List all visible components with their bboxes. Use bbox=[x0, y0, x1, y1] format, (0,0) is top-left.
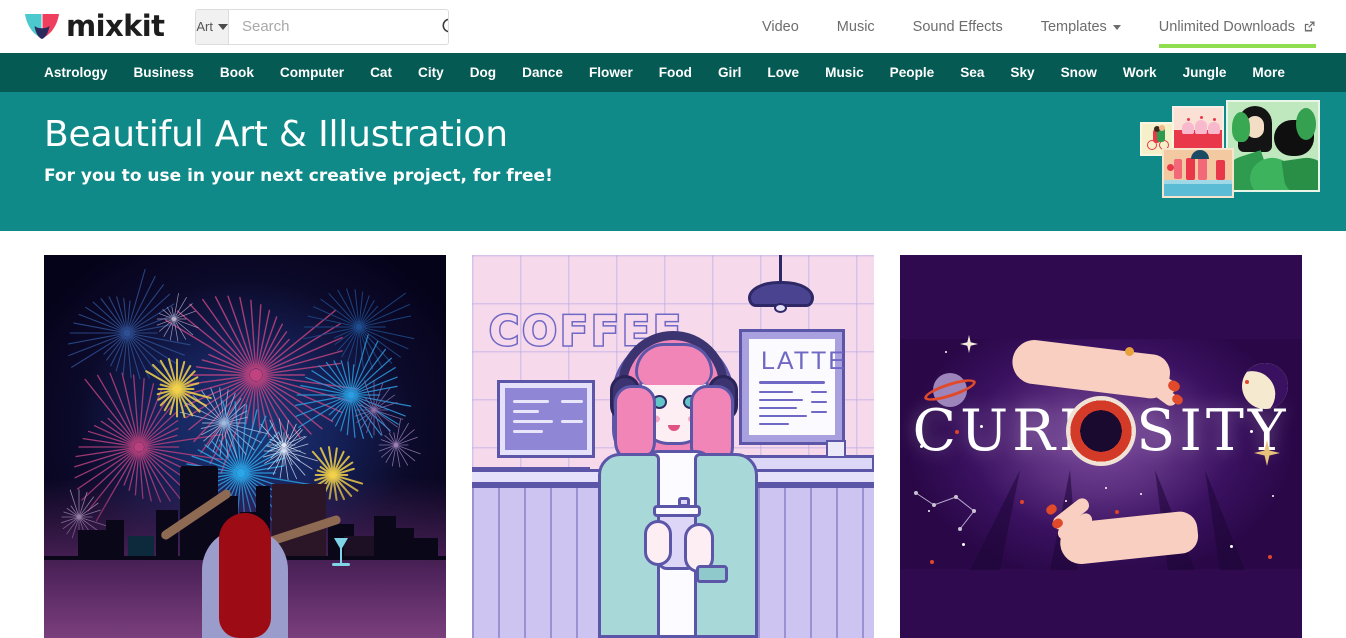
card-artwork: CURIOSITY bbox=[900, 255, 1302, 638]
site-logo[interactable]: mixkit bbox=[24, 9, 165, 44]
category-work[interactable]: Work bbox=[1123, 65, 1157, 80]
site-header: mixkit Art Video Music Sound Effects Tem… bbox=[0, 0, 1346, 53]
category-book[interactable]: Book bbox=[220, 65, 254, 80]
nav-item-video[interactable]: Video bbox=[762, 0, 799, 53]
woman-silhouette bbox=[44, 487, 446, 638]
sparkle-icon bbox=[1254, 440, 1280, 466]
nav-item-music[interactable]: Music bbox=[837, 0, 875, 53]
constellation bbox=[914, 491, 976, 531]
logo-wordmark: mixkit bbox=[66, 9, 165, 43]
search-input[interactable] bbox=[228, 18, 441, 35]
card-curiosity[interactable]: CURIOSITY bbox=[900, 255, 1302, 638]
category-people[interactable]: People bbox=[890, 65, 935, 80]
search-icon bbox=[442, 18, 449, 32]
category-sky[interactable]: Sky bbox=[1010, 65, 1034, 80]
category-girl[interactable]: Girl bbox=[718, 65, 741, 80]
hero-collage bbox=[1140, 100, 1320, 204]
primary-nav: Video Music Sound Effects Templates Unli… bbox=[724, 0, 1346, 53]
category-dog[interactable]: Dog bbox=[470, 65, 496, 80]
chevron-down-icon bbox=[217, 23, 228, 30]
sparkle-icon bbox=[960, 335, 978, 353]
card-artwork bbox=[44, 255, 446, 638]
nav-label: Sound Effects bbox=[912, 18, 1003, 35]
category-nav: Astrology Business Book Computer Cat Cit… bbox=[0, 53, 1346, 92]
nav-label: Templates bbox=[1040, 18, 1107, 35]
lamp-cord bbox=[779, 255, 782, 283]
latte-sign: LATTE bbox=[761, 347, 847, 375]
thumb-woman-in-leaves bbox=[1226, 100, 1320, 192]
category-city[interactable]: City bbox=[418, 65, 444, 80]
search-category-label: Art bbox=[196, 19, 213, 34]
nav-item-unlimited-downloads[interactable]: Unlimited Downloads bbox=[1158, 0, 1317, 53]
card-artwork: COFFEE LATTE bbox=[472, 255, 874, 638]
category-computer[interactable]: Computer bbox=[280, 65, 344, 80]
category-food[interactable]: Food bbox=[659, 65, 692, 80]
category-flower[interactable]: Flower bbox=[589, 65, 633, 80]
category-music[interactable]: Music bbox=[825, 65, 864, 80]
category-jungle[interactable]: Jungle bbox=[1183, 65, 1227, 80]
category-business[interactable]: Business bbox=[133, 65, 193, 80]
category-more[interactable]: More bbox=[1252, 65, 1284, 80]
illustration-grid: COFFEE LATTE bbox=[0, 231, 1346, 638]
butterfly-logo-icon bbox=[24, 13, 60, 40]
search-bar[interactable]: Art bbox=[195, 8, 450, 45]
nav-label: Unlimited Downloads bbox=[1158, 18, 1295, 35]
hero-banner: Beautiful Art & Illustration For you to … bbox=[0, 92, 1346, 231]
latte-menu-frame: LATTE bbox=[739, 329, 845, 445]
nav-item-sound-effects[interactable]: Sound Effects bbox=[913, 0, 1003, 53]
category-dance[interactable]: Dance bbox=[522, 65, 563, 80]
card-coffee-shop-girl[interactable]: COFFEE LATTE bbox=[472, 255, 874, 638]
category-sea[interactable]: Sea bbox=[960, 65, 984, 80]
nav-label: Video bbox=[761, 18, 799, 35]
category-love[interactable]: Love bbox=[767, 65, 799, 80]
thumb-beach-towels bbox=[1162, 148, 1234, 198]
search-submit-button[interactable] bbox=[441, 10, 449, 44]
card-fireworks-city[interactable] bbox=[44, 255, 446, 638]
nav-item-templates[interactable]: Templates bbox=[1041, 0, 1121, 53]
mystic-eye-icon bbox=[1066, 396, 1136, 467]
category-snow[interactable]: Snow bbox=[1061, 65, 1097, 80]
chevron-down-icon bbox=[1112, 24, 1121, 30]
search-category-dropdown[interactable]: Art bbox=[196, 9, 229, 44]
menu-board-left bbox=[497, 380, 595, 458]
thumb-cupcakes bbox=[1172, 106, 1224, 150]
category-astrology[interactable]: Astrology bbox=[44, 65, 107, 80]
category-cat[interactable]: Cat bbox=[370, 65, 392, 80]
nav-label: Music bbox=[836, 18, 875, 35]
external-link-icon bbox=[1304, 21, 1315, 32]
